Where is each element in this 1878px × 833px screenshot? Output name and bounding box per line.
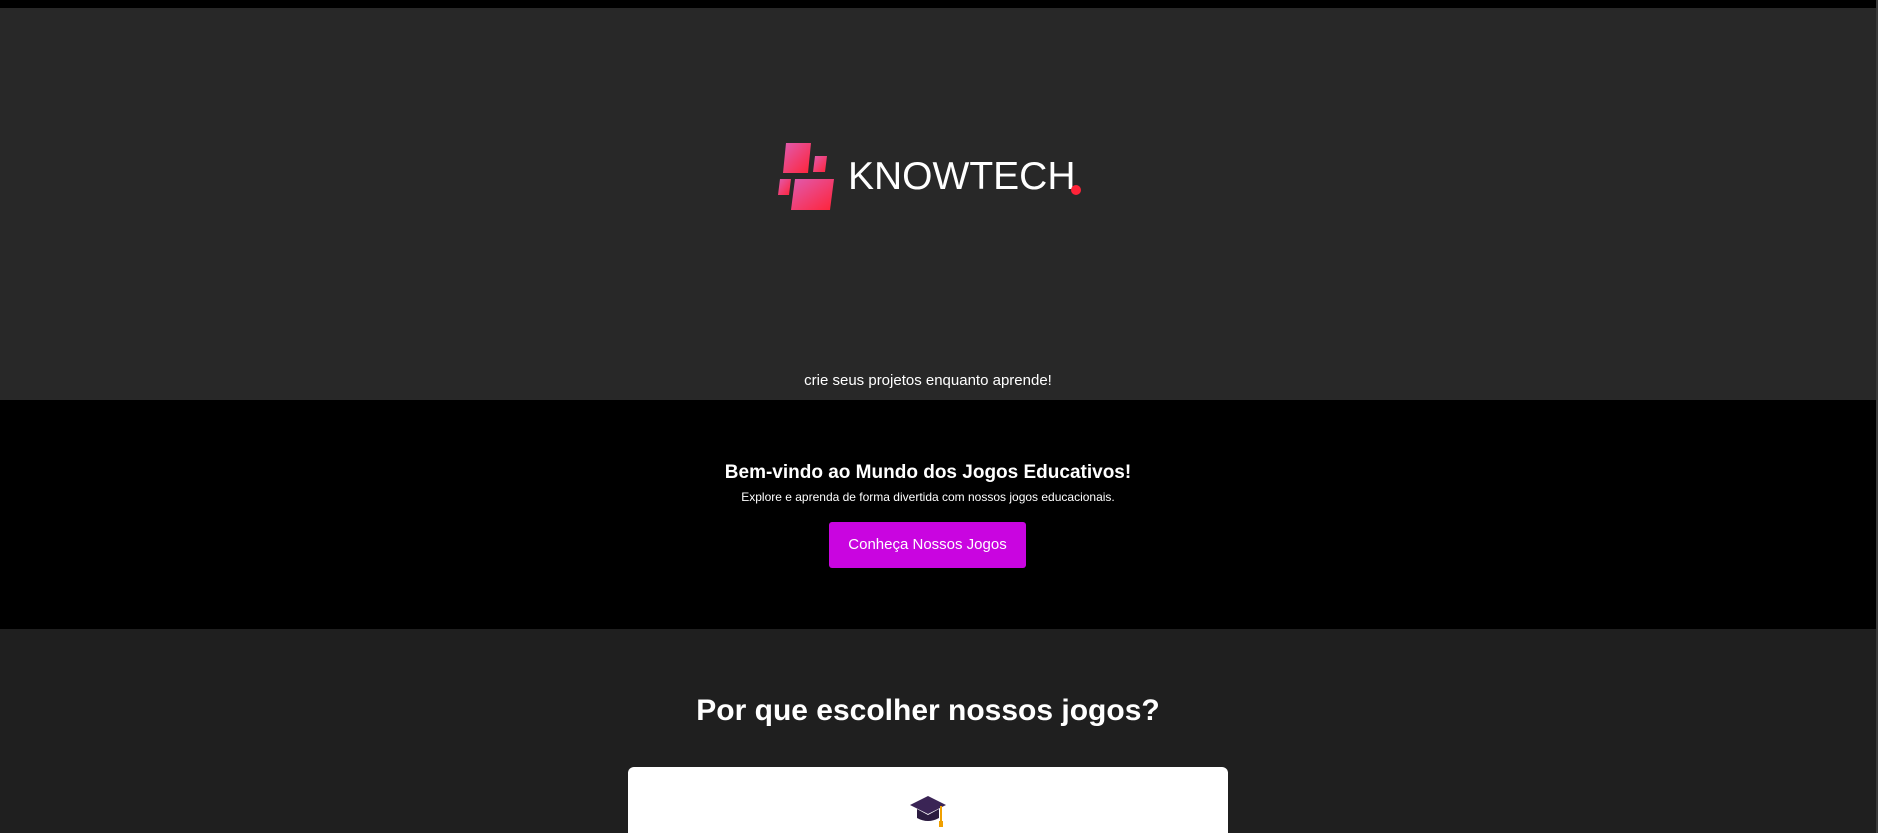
logo-wordmark: KNOWTECH [848,155,1076,198]
welcome-section: Bem-vindo ao Mundo dos Jogos Educativos!… [0,400,1878,629]
top-strip [0,0,1878,8]
welcome-title: Bem-vindo ao Mundo dos Jogos Educativos! [724,462,1132,483]
welcome-subtitle: Explore e aprenda de forma divertida com… [741,490,1115,504]
knowtech-logo: KNOWTECH [778,143,1081,210]
logo-mark-icon [778,143,834,210]
hero-section: KNOWTECH crie seus projetos enquanto apr… [0,8,1878,400]
graduation-cap-icon [910,796,946,827]
games-cta-button[interactable]: Conheça Nossos Jogos [829,522,1026,568]
feature-card [628,767,1228,833]
logo-dot [1071,185,1081,195]
why-section: Por que escolher nossos jogos? [0,629,1878,833]
why-title: Por que escolher nossos jogos? [696,694,1160,727]
hero-tagline: crie seus projetos enquanto aprende! [804,372,1052,389]
page: KNOWTECH crie seus projetos enquanto apr… [0,0,1878,833]
